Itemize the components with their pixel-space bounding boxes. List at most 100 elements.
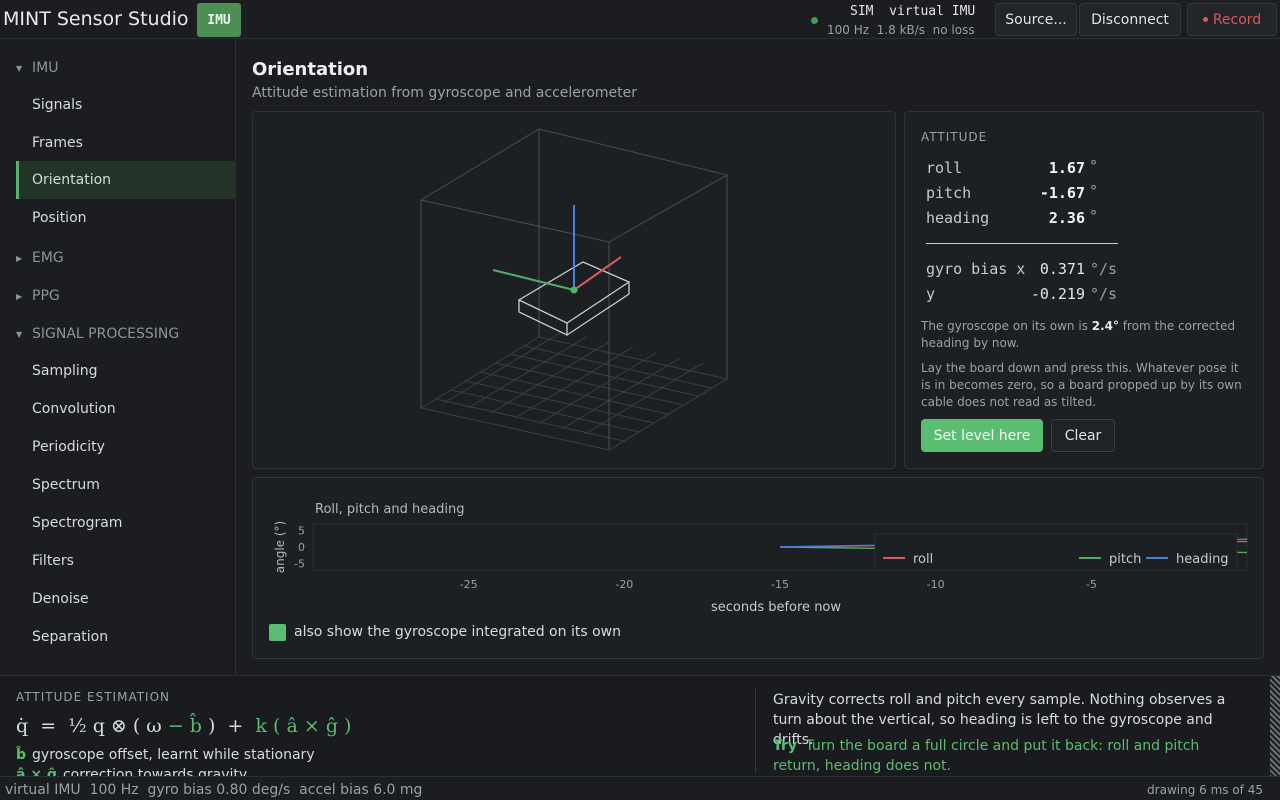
- sidebar-item-frames[interactable]: Frames: [16, 124, 235, 162]
- gyro-overlay-checkbox[interactable]: [269, 624, 286, 641]
- caret-right-icon: ▶: [16, 291, 23, 301]
- sidebar-item-periodicity[interactable]: Periodicity: [16, 428, 235, 466]
- gyro-bias-x-value: 0.371: [1039, 260, 1085, 278]
- record-label: Record: [1212, 11, 1262, 28]
- formula-correction-term: k ( â × ĝ ): [255, 715, 352, 737]
- sidebar-item-convolution[interactable]: Convolution: [16, 390, 235, 428]
- x-tick-label: -25: [460, 578, 478, 591]
- top-bar: MINT Sensor Studio IMU SIM virtual IMU 1…: [0, 0, 1280, 39]
- pitch-value: -1.67: [1039, 184, 1085, 202]
- x-tick-label: -15: [771, 578, 789, 591]
- sidebar-group-ppg[interactable]: ▶ PPG: [16, 288, 60, 304]
- orientation-scene: [419, 128, 729, 451]
- connection-status-dot: [811, 17, 818, 24]
- attitude-caption: ATTITUDE: [921, 130, 988, 144]
- page-title: Orientation: [252, 59, 369, 80]
- note-drift-value: 2.4°: [1091, 319, 1119, 333]
- record-dot-icon: [1202, 17, 1208, 22]
- angle-chart-panel: Roll, pitch and heading angle (°) second…: [252, 477, 1264, 659]
- sidebar-item-spectrogram[interactable]: Spectrogram: [16, 504, 235, 542]
- legend-text: correction towards gravity: [62, 767, 248, 776]
- note-text: The gyroscope on its own is: [921, 319, 1092, 333]
- orientation-3d-viewport[interactable]: [252, 111, 896, 469]
- chart-x-axis-label: seconds before now: [711, 600, 841, 615]
- gyro-drift-note: The gyroscope on its own is 2.4° from th…: [921, 318, 1251, 352]
- heading-value: 2.36: [1048, 209, 1085, 227]
- sidebar-group-emg[interactable]: ▶ EMG: [16, 250, 64, 266]
- roll-value: 1.67: [1048, 159, 1085, 177]
- legend-symbol: â × ĝ: [16, 767, 57, 776]
- set-level-button[interactable]: Set level here: [921, 419, 1043, 452]
- status-render-time: drawing 6 ms of 45: [1147, 783, 1263, 797]
- sidebar-item-orientation[interactable]: Orientation: [16, 161, 235, 199]
- source-stats: 100 Hz 1.8 kB/s no loss: [827, 23, 975, 37]
- sidebar-group-label: SIGNAL PROCESSING: [32, 326, 180, 342]
- gyro-bias-x-unit: °/s: [1090, 260, 1118, 278]
- scrollbar[interactable]: [1270, 676, 1280, 776]
- formula-legend-correction: â × ĝ correction towards gravity: [16, 767, 247, 776]
- sidebar-item-signals[interactable]: Signals: [16, 86, 235, 124]
- try-hint: Try Turn the board a full circle and put…: [773, 736, 1243, 776]
- record-button[interactable]: Record: [1187, 3, 1277, 36]
- explanation-panel: ATTITUDE ESTIMATION q̇ = ½ q ⊗ ( ω − b̂ …: [0, 675, 1280, 776]
- pitch-label: pitch: [926, 184, 972, 202]
- clear-button[interactable]: Clear: [1051, 419, 1115, 452]
- caret-down-icon: ▼: [16, 329, 23, 339]
- app-title: MINT Sensor Studio: [3, 8, 189, 30]
- status-source-info: virtual IMU 100 Hz gyro bias 0.80 deg/s …: [5, 782, 423, 798]
- sidebar-item-separation[interactable]: Separation: [16, 618, 235, 656]
- legend-label-roll: roll: [913, 552, 933, 567]
- mode-badge: IMU: [197, 3, 241, 37]
- sidebar-item-denoise[interactable]: Denoise: [16, 580, 235, 618]
- roll-unit: °: [1089, 157, 1099, 175]
- x-tick-label: -10: [927, 578, 945, 591]
- sidebar-group-label: IMU: [32, 60, 59, 76]
- gyro-bias-y-unit: °/s: [1090, 285, 1118, 303]
- sidebar-item-filters[interactable]: Filters: [16, 542, 235, 580]
- caret-right-icon: ▶: [16, 253, 23, 263]
- disconnect-button[interactable]: Disconnect: [1079, 3, 1181, 36]
- sidebar-group-label: PPG: [32, 288, 60, 304]
- sidebar: ▼ IMU Signals Frames Orientation Position…: [0, 39, 236, 676]
- sidebar-group-label: EMG: [32, 250, 64, 266]
- y-tick-label: 5: [298, 525, 305, 538]
- y-tick-label: 0: [298, 541, 305, 554]
- angle-chart[interactable]: Roll, pitch and heading angle (°) second…: [253, 478, 1263, 618]
- source-name: SIM virtual IMU: [850, 4, 976, 19]
- legend-text: gyroscope offset, learnt while stationar…: [32, 747, 315, 763]
- divider: [755, 688, 756, 774]
- pitch-unit: °: [1089, 182, 1099, 200]
- x-tick-label: -5: [1086, 578, 1097, 591]
- x-tick-label: -20: [615, 578, 633, 591]
- divider: [926, 243, 1118, 244]
- sidebar-group-imu[interactable]: ▼ IMU: [16, 60, 58, 76]
- gyro-bias-y-value: -0.219: [1030, 285, 1085, 303]
- legend-symbol: b̂: [16, 747, 27, 763]
- sidebar-item-spectrum[interactable]: Spectrum: [16, 466, 235, 504]
- sidebar-group-signal-processing[interactable]: ▼ SIGNAL PROCESSING: [16, 326, 179, 342]
- x-axis-line: [573, 256, 622, 291]
- attitude-formula: q̇ = ½ q ⊗ ( ω − b̂ ) + k ( â × ĝ ): [16, 715, 351, 737]
- gyro-bias-x-label: gyro bias x: [926, 260, 1026, 278]
- heading-label: heading: [926, 209, 990, 227]
- formula-part: ) +: [201, 715, 256, 737]
- y-axis-line: [492, 269, 575, 291]
- attitude-panel: ATTITUDE roll 1.67 ° pitch -1.67 ° headi…: [904, 111, 1264, 469]
- chart-title: Roll, pitch and heading: [315, 502, 465, 517]
- try-text: Turn the board a full circle and put it …: [773, 738, 1200, 774]
- y-tick-label: -5: [294, 557, 305, 570]
- status-bar: virtual IMU 100 Hz gyro bias 0.80 deg/s …: [0, 776, 1280, 800]
- level-help-note: Lay the board down and press this. Whate…: [921, 361, 1242, 409]
- formula-legend-bias: b̂ gyroscope offset, learnt while station…: [16, 747, 315, 763]
- sidebar-item-sampling[interactable]: Sampling: [16, 352, 235, 390]
- sidebar-item-position[interactable]: Position: [16, 199, 235, 237]
- origin-dot: [570, 286, 578, 294]
- formula-bias-term: − b̂: [167, 715, 202, 737]
- gyro-overlay-label: also show the gyroscope integrated on it…: [294, 624, 621, 640]
- source-button[interactable]: Source...: [995, 3, 1077, 36]
- chart-legend: roll pitch heading: [874, 533, 1238, 571]
- try-label: Try: [773, 738, 798, 754]
- roll-label: roll: [926, 159, 963, 177]
- caret-down-icon: ▼: [16, 63, 23, 73]
- formula-part: q̇ = ½ q ⊗ ( ω: [16, 715, 168, 737]
